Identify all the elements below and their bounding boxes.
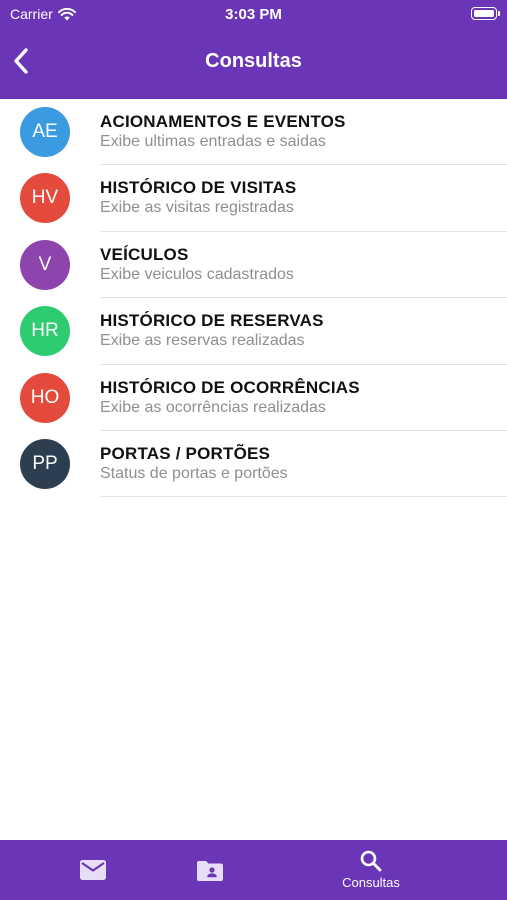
tab-bar: Consultas bbox=[0, 840, 507, 900]
status-bar: Carrier 3:03 PM bbox=[0, 0, 507, 28]
item-subtitle: Exibe as visitas registradas bbox=[100, 199, 294, 217]
navigation-bar: Consultas bbox=[0, 28, 507, 96]
item-title: PORTAS / PORTÕES bbox=[100, 443, 271, 463]
avatar: HV bbox=[20, 173, 70, 224]
tab-messages[interactable] bbox=[33, 840, 153, 900]
item-subtitle: Exibe as ocorrências realizadas bbox=[100, 398, 326, 416]
item-subtitle: Exibe ultimas entradas e saidas bbox=[100, 133, 326, 150]
list-item-historico-visitas[interactable]: HV HISTÓRICO DE VISITAS Exibe as visitas… bbox=[0, 165, 507, 232]
divider bbox=[100, 496, 507, 498]
item-title: HISTÓRICO DE RESERVAS bbox=[100, 311, 324, 331]
status-time: 3:03 PM bbox=[225, 6, 282, 23]
tab-consultas[interactable]: Consultas bbox=[311, 840, 431, 900]
list-item-portas-portoes[interactable]: PP PORTAS / PORTÕES Status de portas e p… bbox=[0, 431, 507, 498]
item-subtitle: Status de portas e portões bbox=[100, 464, 288, 482]
item-title: VEÍCULOS bbox=[100, 244, 189, 264]
avatar: AE bbox=[20, 107, 70, 157]
mail-icon bbox=[80, 860, 106, 880]
avatar: V bbox=[20, 239, 70, 290]
avatar: HO bbox=[20, 372, 70, 423]
avatar: HR bbox=[20, 306, 70, 357]
tab-consultas-label: Consultas bbox=[342, 875, 400, 890]
list-item-historico-reservas[interactable]: HR HISTÓRICO DE RESERVAS Exibe as reserv… bbox=[0, 298, 507, 365]
list-item-veiculos[interactable]: V VEÍCULOS Exibe veiculos cadastrados bbox=[0, 232, 507, 299]
item-subtitle: Exibe as reservas realizadas bbox=[100, 332, 305, 350]
top-bar: Carrier 3:03 PM Consultas bbox=[0, 0, 507, 99]
item-title: HISTÓRICO DE VISITAS bbox=[100, 178, 297, 198]
search-icon bbox=[360, 850, 382, 872]
item-title: HISTÓRICO DE OCORRÊNCIAS bbox=[100, 377, 360, 397]
contact-folder-icon bbox=[197, 860, 223, 881]
consultas-list: AE ACIONAMENTOS E EVENTOS Exibe ultimas … bbox=[0, 99, 507, 498]
tab-contacts[interactable] bbox=[150, 840, 270, 900]
item-title: ACIONAMENTOS E EVENTOS bbox=[100, 112, 346, 131]
list-item-acionamentos[interactable]: AE ACIONAMENTOS E EVENTOS Exibe ultimas … bbox=[0, 99, 507, 166]
avatar: PP bbox=[20, 438, 70, 489]
battery-icon bbox=[471, 7, 500, 20]
page-title: Consultas bbox=[205, 50, 302, 72]
item-subtitle: Exibe veiculos cadastrados bbox=[100, 265, 294, 283]
list-item-historico-ocorrencias[interactable]: HO HISTÓRICO DE OCORRÊNCIAS Exibe as oco… bbox=[0, 365, 507, 431]
